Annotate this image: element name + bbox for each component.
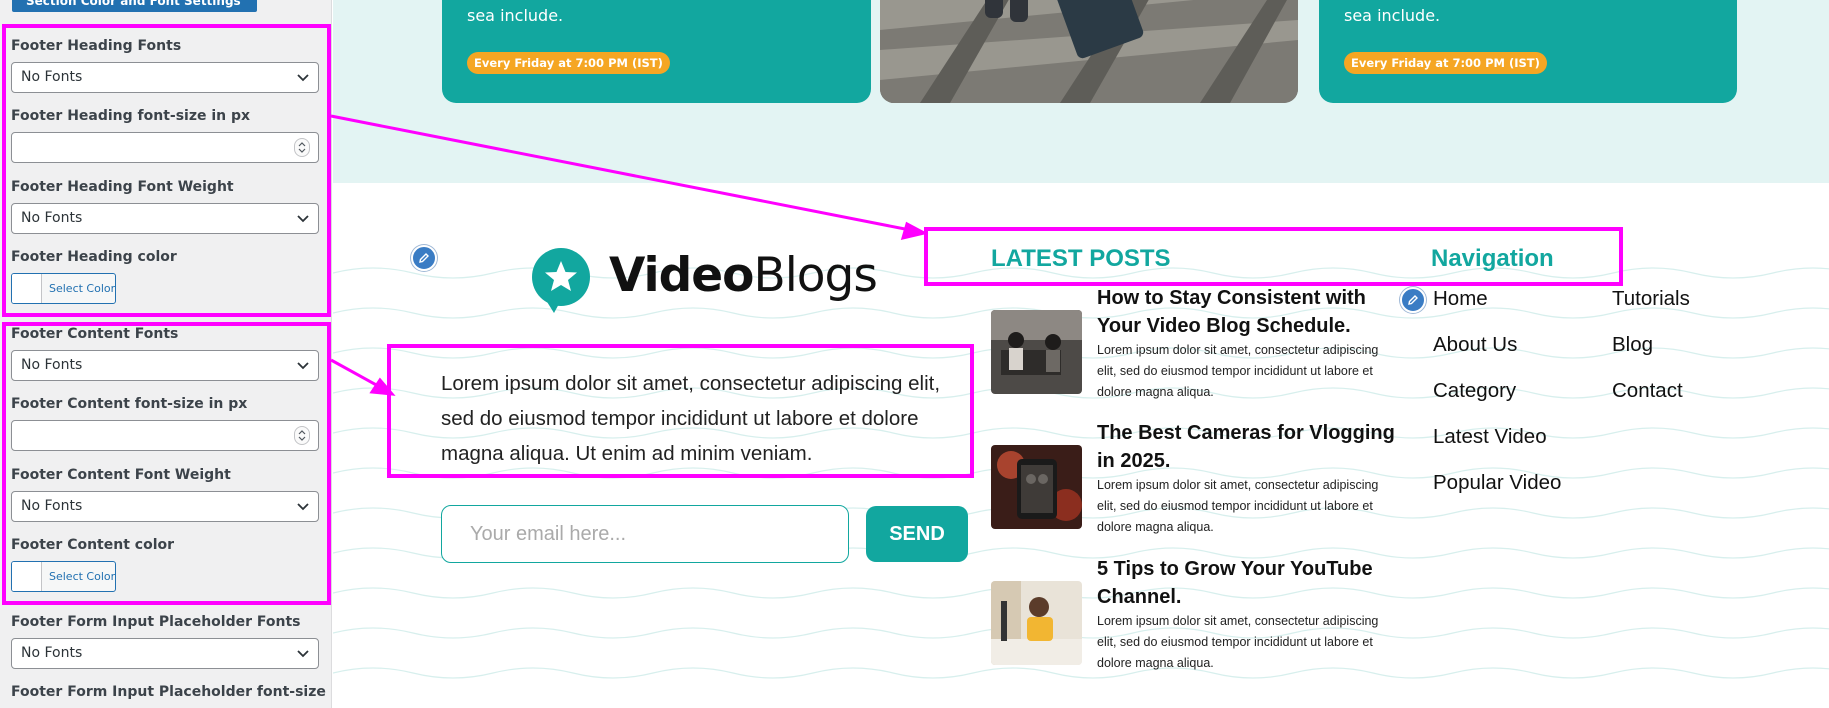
post-thumbnail-photo <box>991 581 1082 665</box>
post-thumbnail[interactable] <box>991 581 1082 665</box>
schedule-badge: Every Friday at 7:00 PM (IST) <box>467 52 670 74</box>
post-excerpt: Lorem ipsum dolor sit amet, consectetur … <box>1097 478 1379 534</box>
select-value: No Fonts <box>21 645 83 661</box>
post-excerpt: Lorem ipsum dolor sit amet, consectetur … <box>1097 614 1379 670</box>
event-card-image[interactable] <box>880 0 1298 103</box>
section-settings-button[interactable]: Section Color and Font Settings <box>12 0 257 12</box>
email-input[interactable]: Your email here... <box>441 505 849 563</box>
schedule-badge: Every Friday at 7:00 PM (IST) <box>1344 52 1547 74</box>
card-text: sea include. <box>1344 6 1441 25</box>
customizer-sidebar: Section Color and Font Settings Footer H… <box>0 0 332 708</box>
pencil-edit-icon[interactable] <box>411 245 437 271</box>
card-text: sea include. <box>467 6 564 25</box>
footer-placeholder-size-label: Footer Form Input Placeholder font-size … <box>11 684 331 700</box>
nav-link-blog[interactable]: Blog <box>1612 333 1653 357</box>
post-thumbnail[interactable] <box>991 445 1082 529</box>
nav-link-category[interactable]: Category <box>1433 379 1516 403</box>
pencil-edit-icon[interactable] <box>1400 287 1426 313</box>
nav-link-contact[interactable]: Contact <box>1612 379 1683 403</box>
post-thumbnail-photo <box>991 310 1082 394</box>
airport-walk-photo <box>880 0 1298 103</box>
nav-link-tutorials[interactable]: Tutorials <box>1612 287 1690 311</box>
chevron-down-icon <box>297 650 309 658</box>
logo-text-bold: Video <box>609 248 754 303</box>
heading-group-highlight <box>2 24 331 317</box>
content-group-highlight <box>2 322 331 605</box>
event-card[interactable]: sea include. Every Friday at 7:00 PM (IS… <box>442 0 871 103</box>
post-title[interactable]: The Best Cameras for Vlogging in 2025. <box>1097 419 1397 475</box>
send-button[interactable]: SEND <box>866 506 968 562</box>
post-title[interactable]: How to Stay Consistent with Your Video B… <box>1097 284 1397 340</box>
post-excerpt: Lorem ipsum dolor sit amet, consectetur … <box>1097 343 1379 399</box>
site-logo-text[interactable]: VideoBlogs <box>609 248 878 303</box>
logo-text-light: Blogs <box>753 248 877 303</box>
post-thumbnail-photo <box>991 445 1082 529</box>
nav-link-about-us[interactable]: About Us <box>1433 333 1517 357</box>
headings-highlight <box>924 227 1623 286</box>
footer-placeholder-fonts-select[interactable]: No Fonts <box>11 638 319 669</box>
footer-placeholder-fonts-label: Footer Form Input Placeholder Fonts <box>11 614 301 630</box>
post-thumbnail[interactable] <box>991 310 1082 394</box>
nav-link-home[interactable]: Home <box>1433 287 1488 311</box>
star-chat-logo-icon <box>532 248 590 313</box>
site-preview: sea include. Every Friday at 7:00 PM (IS… <box>333 0 1829 708</box>
nav-link-popular-video[interactable]: Popular Video <box>1433 471 1561 495</box>
nav-link-latest-video[interactable]: Latest Video <box>1433 425 1547 449</box>
content-highlight <box>387 344 974 478</box>
post-title[interactable]: 5 Tips to Grow Your YouTube Channel. <box>1097 555 1397 611</box>
event-card[interactable]: sea include. Every Friday at 7:00 PM (IS… <box>1319 0 1737 103</box>
